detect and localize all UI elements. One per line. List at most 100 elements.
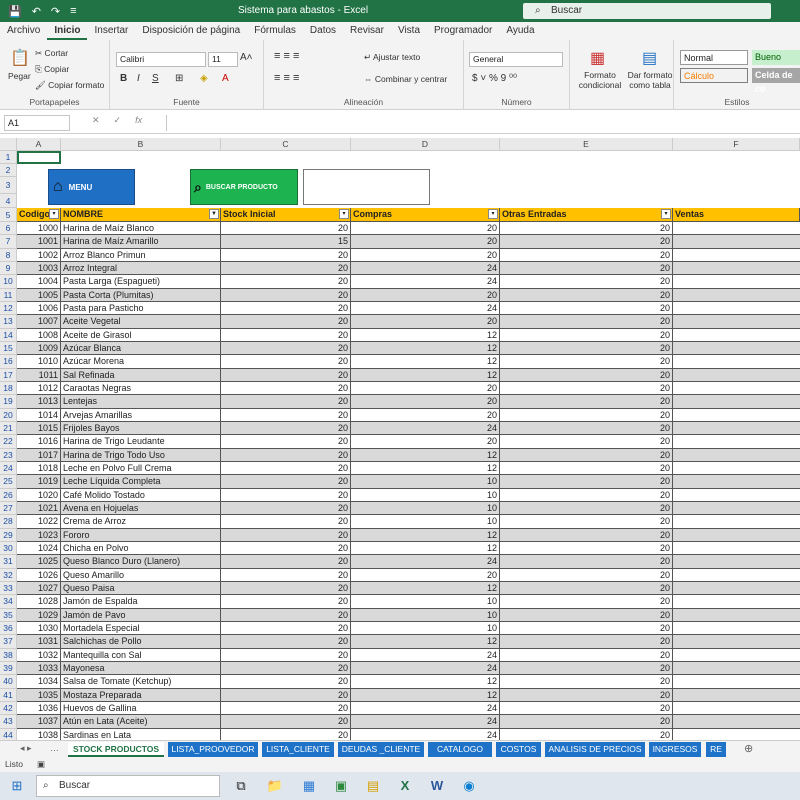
table-cell[interactable]: 20 [351, 315, 500, 329]
table-cell[interactable]: 12 [351, 341, 500, 356]
table-cell[interactable]: 24 [351, 715, 500, 729]
table-cell[interactable]: 1012 [17, 381, 61, 396]
style-bueno[interactable]: Bueno [752, 50, 800, 65]
table-cell[interactable]: Mostaza Preparada [61, 688, 221, 702]
table-cell[interactable]: 20 [500, 248, 673, 262]
table-cell[interactable]: Salsa de Tomate (Ketchup) [61, 675, 221, 689]
menu-inicio[interactable]: Inicio [47, 22, 88, 40]
table-cell[interactable]: 20 [500, 368, 673, 382]
table-cell[interactable]: 12 [351, 355, 500, 369]
table-cell[interactable]: 20 [221, 395, 351, 409]
table-cell[interactable] [673, 448, 800, 462]
table-cell[interactable] [673, 341, 800, 356]
table-cell[interactable]: 1013 [17, 395, 61, 409]
app-icon-green[interactable]: ▣ [332, 777, 350, 795]
table-cell[interactable]: Aceite de Girasol [61, 328, 221, 342]
table-cell[interactable]: 20 [500, 581, 673, 596]
table-cell[interactable] [673, 648, 800, 662]
table-cell[interactable]: Lentejas [61, 395, 221, 409]
menu-revisar[interactable]: Revisar [343, 22, 391, 40]
table-cell[interactable]: 20 [221, 501, 351, 516]
borders-icon[interactable]: ⊞ [175, 73, 183, 84]
table-cell[interactable]: 20 [500, 315, 673, 329]
table-cell[interactable]: 20 [500, 275, 673, 289]
table-cell[interactable]: 24 [351, 648, 500, 662]
table-cell[interactable] [673, 421, 800, 436]
table-cell[interactable]: Salchichas de Pollo [61, 635, 221, 649]
row-header[interactable]: 15 [0, 341, 17, 356]
row-header[interactable]: 37 [0, 635, 17, 649]
table-cell[interactable]: 20 [500, 608, 673, 622]
table-cell[interactable] [673, 475, 800, 489]
table-cell[interactable]: 20 [221, 301, 351, 316]
column-header-a[interactable]: A [17, 138, 61, 151]
table-cell[interactable]: 24 [351, 555, 500, 569]
table-cell[interactable]: 1029 [17, 608, 61, 622]
table-cell[interactable]: 20 [221, 222, 351, 236]
table-cell[interactable] [673, 275, 800, 289]
row-header[interactable]: 7 [0, 235, 17, 249]
table-cell[interactable] [673, 248, 800, 262]
sheet-tab-lista-proovedor[interactable]: LISTA_PROOVEDOR [168, 742, 258, 757]
row-header[interactable]: 14 [0, 328, 17, 342]
table-cell[interactable]: 20 [351, 435, 500, 449]
table-cell[interactable]: 1017 [17, 448, 61, 462]
table-cell[interactable] [673, 461, 800, 476]
table-cell[interactable]: 20 [221, 675, 351, 689]
table-cell[interactable]: 20 [500, 541, 673, 556]
table-cell[interactable]: 20 [221, 661, 351, 676]
row-header[interactable]: 9 [0, 261, 17, 276]
font-size-select[interactable]: 11 [208, 52, 238, 67]
row-header[interactable]: 6 [0, 222, 17, 236]
table-cell[interactable]: 20 [351, 408, 500, 422]
table-cell[interactable]: 20 [351, 381, 500, 396]
table-cell[interactable] [673, 728, 800, 740]
table-cell[interactable]: 20 [221, 248, 351, 262]
table-cell[interactable]: 24 [351, 421, 500, 436]
selected-cell-a1[interactable] [17, 151, 61, 164]
table-cell[interactable]: Café Molido Tostado [61, 488, 221, 502]
menu-button[interactable]: ⌂ MENU [48, 169, 135, 205]
table-cell[interactable] [673, 288, 800, 302]
table-cell[interactable]: 20 [500, 528, 673, 542]
table-cell[interactable]: 20 [221, 488, 351, 502]
table-cell[interactable]: Mantequilla con Sal [61, 648, 221, 662]
table-cell[interactable]: Azúcar Blanca [61, 341, 221, 356]
table-cell[interactable]: 20 [500, 515, 673, 529]
table-cell[interactable]: Avena en Hojuelas [61, 501, 221, 516]
table-cell[interactable]: 20 [500, 635, 673, 649]
row-header[interactable]: 25 [0, 475, 17, 489]
style-celda[interactable]: Celda de co [752, 68, 800, 94]
table-cell[interactable]: 1020 [17, 488, 61, 502]
sheet-tab-catalogo[interactable]: CATALOGO [428, 742, 492, 757]
sheet-tab-lista-cliente[interactable]: LISTA_CLIENTE [262, 742, 334, 757]
table-cell[interactable] [673, 541, 800, 556]
filter-dropdown-icon[interactable]: ▾ [661, 209, 671, 219]
table-cell[interactable]: 20 [351, 248, 500, 262]
filter-dropdown-icon[interactable]: ▼ [209, 209, 219, 219]
paste-button[interactable]: Pegar [8, 71, 31, 81]
table-cell[interactable]: Arroz Blanco Primun [61, 248, 221, 262]
format-painter-button[interactable]: 🖌 Copiar formato [35, 80, 104, 91]
table-cell[interactable]: Jamón de Espalda [61, 595, 221, 609]
style-normal[interactable]: Normal [680, 50, 748, 65]
table-cell[interactable] [673, 488, 800, 502]
windows-start-icon[interactable]: ⊞ [8, 777, 26, 795]
table-cell[interactable] [673, 675, 800, 689]
row-header[interactable]: 24 [0, 461, 17, 476]
table-cell[interactable]: 20 [500, 395, 673, 409]
table-cell[interactable]: 1026 [17, 568, 61, 582]
table-cell[interactable]: 20 [221, 355, 351, 369]
table-cell[interactable]: 20 [221, 461, 351, 476]
table-cell[interactable] [673, 261, 800, 276]
table-cell[interactable]: 1023 [17, 528, 61, 542]
table-cell[interactable]: Sal Refinada [61, 368, 221, 382]
table-cell[interactable] [673, 395, 800, 409]
table-cell[interactable] [673, 355, 800, 369]
select-all-corner[interactable] [0, 138, 17, 151]
table-cell[interactable]: 20 [500, 488, 673, 502]
table-cell[interactable]: 20 [500, 648, 673, 662]
row-header[interactable]: 18 [0, 381, 17, 396]
table-cell[interactable]: 20 [500, 328, 673, 342]
table-cell[interactable]: Pasta para Pasticho [61, 301, 221, 316]
